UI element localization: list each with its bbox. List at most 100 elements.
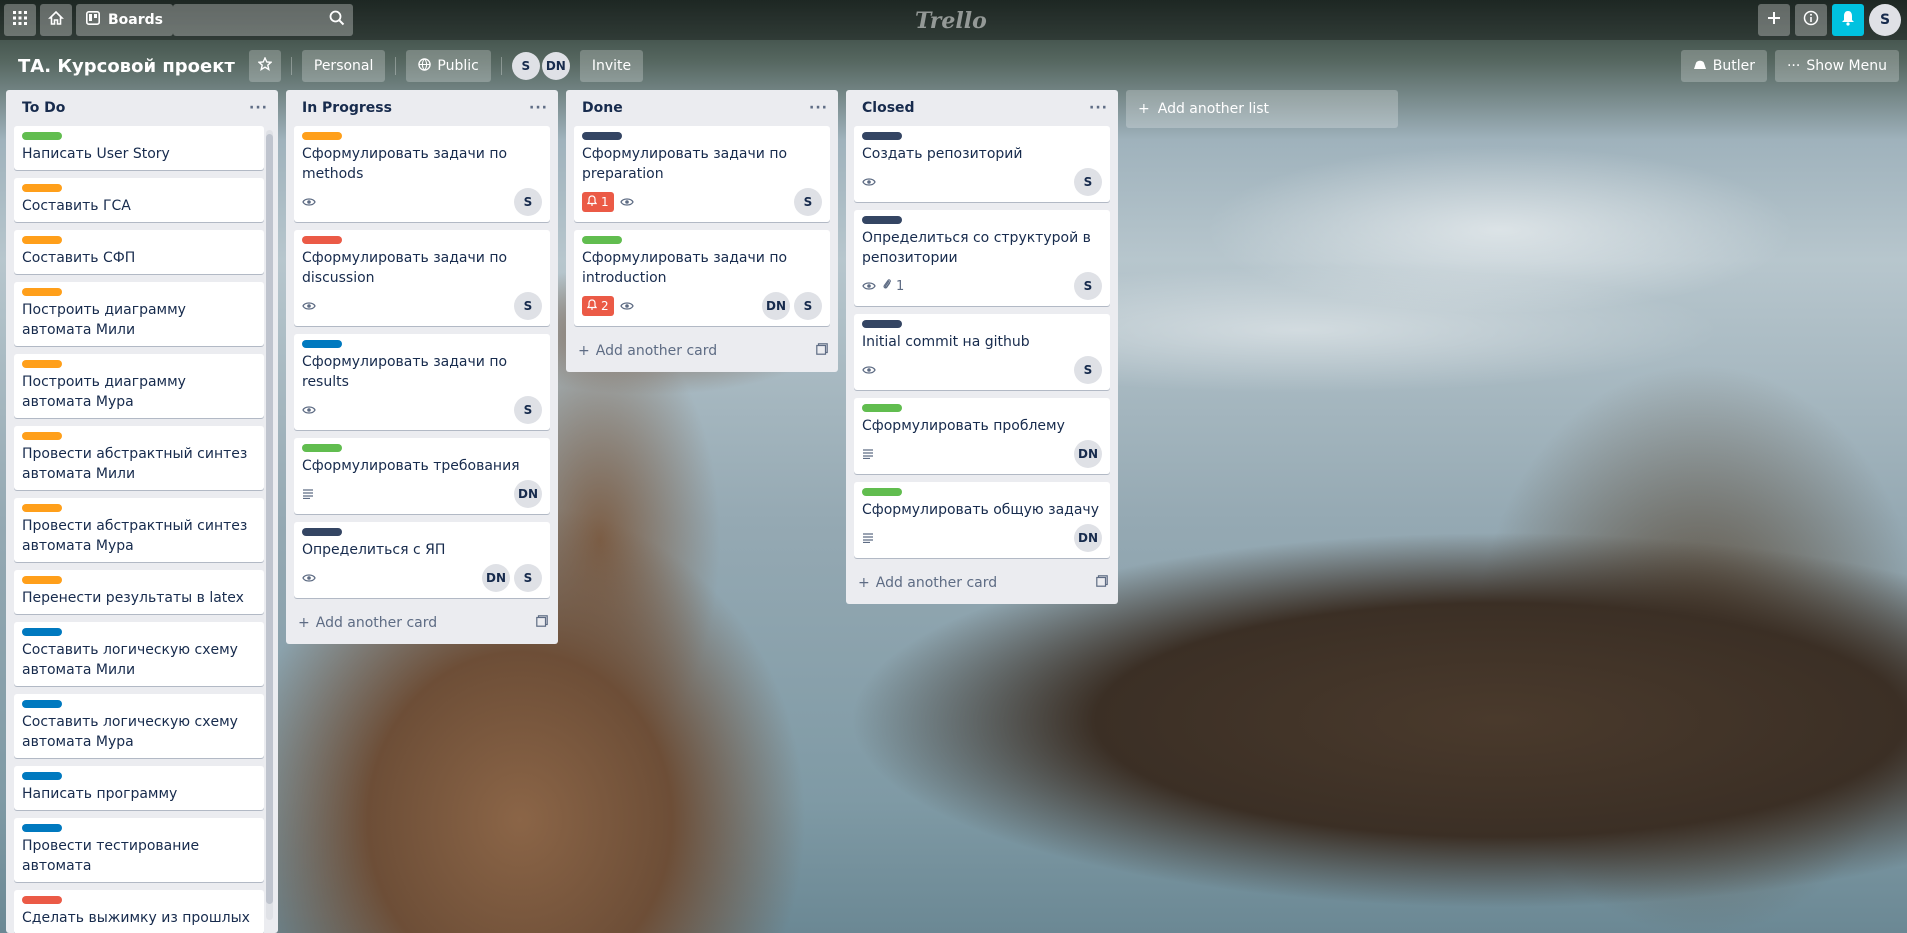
show-menu-button[interactable]: ··· Show Menu: [1774, 50, 1899, 82]
card-member-avatar[interactable]: DN: [1074, 440, 1102, 468]
card[interactable]: Сформулировать задачи по results S: [294, 334, 550, 430]
list-done: Done ··· Сформулировать задачи по prepar…: [566, 90, 838, 372]
card[interactable]: Написать User Story: [14, 125, 264, 170]
card-label: [862, 488, 902, 496]
card-member-avatar[interactable]: S: [514, 564, 542, 592]
card-label: [22, 823, 62, 832]
card-member-avatar[interactable]: S: [1074, 272, 1102, 300]
add-card-button[interactable]: + Add another card: [566, 334, 838, 368]
butler-button[interactable]: Butler: [1680, 50, 1767, 82]
card-badges: DN: [862, 440, 1102, 468]
card-member-avatar[interactable]: S: [514, 396, 542, 424]
card-member-avatar[interactable]: DN: [762, 292, 790, 320]
card[interactable]: Определиться с ЯП DN S: [294, 522, 550, 598]
home-button[interactable]: [40, 4, 72, 36]
list-header[interactable]: In Progress ···: [286, 90, 558, 126]
board-member-avatar[interactable]: DN: [541, 52, 570, 80]
apps-button[interactable]: [4, 4, 36, 36]
list-header[interactable]: To Do ···: [6, 90, 278, 126]
card-member-avatar[interactable]: S: [794, 188, 822, 216]
list-header[interactable]: Closed ···: [846, 90, 1118, 126]
info-icon: [1803, 10, 1819, 30]
card-template-icon[interactable]: [536, 615, 548, 631]
list-header[interactable]: Done ···: [566, 90, 838, 126]
card[interactable]: Сформулировать общую задачу DN: [854, 482, 1110, 558]
list-menu-icon[interactable]: ···: [529, 100, 548, 116]
card[interactable]: Сформулировать проблему DN: [854, 398, 1110, 474]
plus-icon: +: [858, 575, 870, 591]
card[interactable]: Создать репозиторий S: [854, 126, 1110, 202]
card-badges: DN: [302, 480, 542, 508]
card-member-avatar[interactable]: S: [1074, 356, 1102, 384]
card[interactable]: Перенести результаты в latex: [14, 569, 264, 614]
list-menu-icon[interactable]: ···: [249, 100, 268, 116]
card[interactable]: Определиться со структурой в репозитории…: [854, 210, 1110, 306]
card[interactable]: Сформулировать задачи по discussion S: [294, 230, 550, 326]
card[interactable]: Провести тестирование автомата: [14, 817, 264, 882]
card-badges: 1 S: [862, 272, 1102, 300]
list-title[interactable]: To Do: [22, 100, 65, 116]
list-title[interactable]: Done: [582, 100, 623, 116]
card[interactable]: Провести абстрактный синтез автомата Мил…: [14, 425, 264, 490]
board-title[interactable]: ТА. Курсовой проект: [18, 56, 235, 77]
add-card-button[interactable]: + Add another card: [846, 566, 1118, 600]
create-button[interactable]: [1758, 4, 1790, 36]
list-title[interactable]: In Progress: [302, 100, 392, 116]
card-template-icon[interactable]: [816, 343, 828, 359]
card[interactable]: Построить диаграмму автомата Мили: [14, 281, 264, 346]
globe-icon: [418, 57, 432, 75]
card-member-avatar[interactable]: DN: [482, 564, 510, 592]
search-input[interactable]: [173, 4, 353, 36]
card[interactable]: Сделать выжимку из прошлых: [14, 889, 264, 933]
card[interactable]: Построить диаграмму автомата Мура: [14, 353, 264, 418]
card-title: Провести абстрактный синтез автомата Мил…: [22, 445, 248, 482]
card[interactable]: Сформулировать задачи по introduction 2 …: [574, 230, 830, 326]
due-badge[interactable]: 1: [582, 192, 614, 212]
invite-button[interactable]: Invite: [579, 50, 644, 82]
board-member-avatar[interactable]: S: [511, 52, 540, 80]
card[interactable]: Сформулировать задачи по preparation 1 S: [574, 126, 830, 222]
card-title: Провести абстрактный синтез автомата Мур…: [22, 517, 248, 554]
card[interactable]: Составить ГСА: [14, 177, 264, 222]
due-badge[interactable]: 2: [582, 296, 614, 316]
add-card-button[interactable]: + Add another card: [286, 606, 558, 640]
card-label: [22, 771, 62, 780]
trello-logo[interactable]: Trello: [915, 8, 987, 34]
card[interactable]: Сформулировать задачи по methods S: [294, 126, 550, 222]
eye-icon: [302, 301, 316, 311]
card-member-avatar[interactable]: S: [1074, 168, 1102, 196]
card-label: [862, 216, 902, 224]
card[interactable]: Провести абстрактный синтез автомата Мур…: [14, 497, 264, 562]
list-title[interactable]: Closed: [862, 100, 915, 116]
visibility-button[interactable]: Public: [406, 50, 491, 82]
card[interactable]: Составить логическую схему автомата Мура: [14, 693, 264, 758]
card[interactable]: Написать программу: [14, 765, 264, 810]
list-menu-icon[interactable]: ···: [809, 100, 828, 116]
list-in-progress: In Progress ··· Сформулировать задачи по…: [286, 90, 558, 644]
star-button[interactable]: [248, 50, 281, 82]
card[interactable]: Составить логическую схему автомата Мили: [14, 621, 264, 686]
eye-icon: [862, 177, 876, 187]
info-button[interactable]: [1795, 4, 1827, 36]
list-scrollbar[interactable]: [266, 130, 273, 920]
card-label: [22, 359, 62, 368]
card-member-avatar[interactable]: DN: [514, 480, 542, 508]
boards-button[interactable]: Boards: [76, 4, 173, 36]
card[interactable]: Составить СФП: [14, 229, 264, 274]
card[interactable]: Initial commit на github S: [854, 314, 1110, 390]
notifications-button[interactable]: [1832, 4, 1864, 36]
list-menu-icon[interactable]: ···: [1089, 100, 1108, 116]
add-list-button[interactable]: + Add another list: [1126, 90, 1398, 128]
card-member-avatar[interactable]: DN: [1074, 524, 1102, 552]
card-member-avatar[interactable]: S: [514, 292, 542, 320]
team-button[interactable]: Personal: [301, 50, 386, 82]
card-title: Сформулировать задачи по methods: [302, 146, 508, 182]
card[interactable]: Сформулировать требования DN: [294, 438, 550, 514]
card-template-icon[interactable]: [1096, 575, 1108, 591]
user-avatar[interactable]: S: [1869, 4, 1901, 36]
card-member-avatar[interactable]: S: [794, 292, 822, 320]
eye-icon: [862, 281, 876, 291]
card-member-avatar[interactable]: S: [514, 188, 542, 216]
card-label: [862, 404, 902, 412]
plus-icon: [1767, 11, 1781, 29]
